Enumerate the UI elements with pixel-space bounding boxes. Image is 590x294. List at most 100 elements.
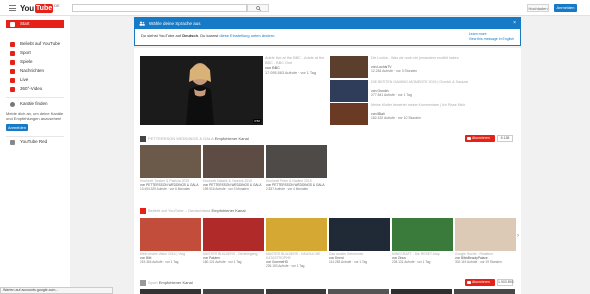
sidebar-divider bbox=[6, 97, 64, 98]
search-icon bbox=[255, 5, 261, 11]
video-thumbnail[interactable] bbox=[329, 218, 390, 251]
sidebar-item-label: 360°-Video bbox=[20, 86, 43, 91]
masthead: You Tube DE Hochladen Anmelden bbox=[0, 0, 590, 16]
video-thumbnail[interactable] bbox=[265, 289, 327, 294]
side-video[interactable]: Meine Mutter bewertet meine Kommentare |… bbox=[330, 103, 515, 125]
video-views: 226.153 Aufrufe · vor 1 Tag bbox=[266, 264, 305, 268]
video-thumbnail[interactable] bbox=[266, 218, 327, 251]
signin-button[interactable]: Anmelden bbox=[554, 4, 577, 12]
sidebar-item-browse-channels[interactable]: Kanäle finden bbox=[6, 100, 64, 108]
video-duration: 3:50 bbox=[253, 119, 261, 123]
video-card[interactable]: MINECRAFT - Die RESET-Map von Zinus 228.… bbox=[392, 218, 453, 264]
video-thumbnail[interactable] bbox=[203, 218, 264, 251]
side-video[interactable]: Die Lochis - Was wir noch nie jemandem e… bbox=[330, 56, 515, 78]
notice-text: Du siehst YouTube auf bbox=[141, 33, 182, 38]
channel-name[interactable]: PETTERSSON WEDDINGS & GALA bbox=[148, 136, 214, 141]
featured-video-title[interactable]: Adele live at the BBC - Adele at the BBC… bbox=[265, 56, 325, 65]
shelf-header: Beliebt auf YouTube – Deutschland Empfoh… bbox=[140, 207, 515, 215]
video-views: 2.837 Aufrufe · vor 4 Monaten bbox=[266, 187, 309, 191]
sidebar-item-gaming[interactable]: Spiele bbox=[6, 58, 64, 66]
video-views: 114.283 Aufrufe · vor 1 Tag bbox=[329, 260, 368, 264]
sidebar-signin-button[interactable]: Anmelden bbox=[6, 124, 28, 131]
video-card[interactable]: Google Suche - Reaktion von BibisBeautyP… bbox=[455, 218, 516, 264]
video-card[interactable]: Hochzeit Peter & Nadine 2015 von PETTERS… bbox=[266, 145, 327, 191]
channel-avatar[interactable] bbox=[140, 136, 146, 142]
sidebar-item-youtube-red[interactable]: YouTube Red bbox=[6, 138, 64, 146]
video-card[interactable]: Hochzeit Natalie & Yannick 2015 von PETT… bbox=[203, 145, 264, 191]
gaming-icon bbox=[10, 59, 15, 65]
video-card[interactable]: MASTER BUILDERS - HÄUSLICHE KATASTROPHE … bbox=[266, 218, 327, 268]
featured-video-thumbnail[interactable]: 3:50 bbox=[140, 56, 263, 125]
logo-tube: Tube bbox=[34, 3, 54, 13]
sidebar-item-popular[interactable]: Beliebt auf YouTube bbox=[6, 40, 64, 48]
video-card[interactable]: Das dunkle Geheimnis von Dnerd 114.283 A… bbox=[329, 218, 390, 264]
channel-avatar[interactable] bbox=[140, 208, 146, 214]
video-card[interactable]: Hochzeit Torsten & Patricia 2015 von PET… bbox=[140, 145, 201, 191]
video-title[interactable]: MASTER BUILDERS - HÄUSLICHE KATASTROPHE bbox=[266, 252, 327, 260]
sidebar-item-live[interactable]: Live bbox=[6, 76, 64, 84]
video-thumbnail[interactable] bbox=[202, 289, 264, 294]
shelf-subtitle: Empfohlener Kanal bbox=[214, 136, 249, 141]
subscribe-button[interactable]: Abonnieren bbox=[465, 279, 495, 286]
sidebar-item-news[interactable]: Nachrichten bbox=[6, 67, 64, 75]
youtube-red-icon bbox=[10, 139, 15, 145]
video-thumbnail[interactable] bbox=[266, 145, 327, 178]
video-title[interactable]: Meine Mutter bewertet meine Kommentare |… bbox=[371, 103, 511, 107]
video-views: 302.119 Aufrufe · vor 19 Stunden bbox=[455, 260, 502, 264]
search-input[interactable] bbox=[72, 4, 247, 12]
close-icon[interactable]: × bbox=[513, 18, 516, 29]
side-video[interactable]: DIE BESTEN GAMING-MOMENTE 2015 | Gronkh … bbox=[330, 80, 515, 102]
youtube-logo[interactable]: You Tube DE bbox=[20, 3, 60, 13]
sidebar-item-label: Sport bbox=[20, 50, 31, 55]
language-notice-body: Du siehst YouTube auf Deutsch. Du kannst… bbox=[135, 29, 520, 46]
channel-avatar[interactable] bbox=[140, 280, 146, 286]
video-title[interactable]: Die Lochis - Was wir noch nie jemandem e… bbox=[371, 56, 511, 60]
shelf-title[interactable]: Beliebt auf YouTube – Deutschland Empfoh… bbox=[148, 207, 246, 215]
channel-name[interactable]: Beliebt auf YouTube – Deutschland bbox=[148, 208, 210, 213]
page-scrollbar[interactable] bbox=[585, 16, 590, 294]
video-thumbnail[interactable] bbox=[328, 289, 390, 294]
sidebar-item-sport[interactable]: Sport bbox=[6, 49, 64, 57]
shelf-header: PETTERSSON WEDDINGS & GALA Empfohlener K… bbox=[140, 135, 515, 143]
guide-sidebar: Start Beliebt auf YouTube Sport Spiele N… bbox=[0, 16, 70, 294]
english-message-link[interactable]: View this message in English bbox=[469, 37, 514, 42]
video-thumbnail[interactable] bbox=[392, 218, 453, 251]
video-thumbnail[interactable] bbox=[203, 145, 264, 178]
video-thumbnail[interactable] bbox=[391, 289, 453, 294]
sidebar-item-start[interactable]: Start bbox=[6, 20, 64, 28]
change-setting-link[interactable]: diese Einstellung unten ändern. bbox=[219, 33, 275, 38]
upload-button[interactable]: Hochladen bbox=[527, 4, 549, 12]
language-notice-header: Wähle deine Sprache aus × bbox=[135, 18, 520, 29]
browser-status-bar: Warten auf accounts.google.com... bbox=[0, 287, 113, 294]
language-notice: Wähle deine Sprache aus × Du siehst YouT… bbox=[134, 17, 521, 46]
video-thumbnail[interactable] bbox=[455, 218, 516, 251]
sidebar-item-label: Live bbox=[20, 77, 29, 82]
search-button[interactable] bbox=[247, 4, 269, 12]
subscribe-button[interactable]: Abonnieren bbox=[465, 135, 495, 142]
shelf-next-arrow-icon[interactable]: › bbox=[517, 233, 519, 239]
shelf-title[interactable]: PETTERSSON WEDDINGS & GALA Empfohlener K… bbox=[148, 135, 249, 143]
video-thumbnail[interactable] bbox=[140, 218, 201, 251]
language-notice-title: Wähle deine Sprache aus bbox=[149, 21, 201, 26]
video-card[interactable]: Mein erstes Video 2016 | Vlog von Bibi 2… bbox=[140, 218, 201, 264]
360-icon bbox=[10, 86, 15, 92]
video-thumbnail[interactable] bbox=[330, 80, 368, 102]
video-thumbnail[interactable] bbox=[330, 56, 368, 78]
video-thumbnail[interactable] bbox=[330, 103, 368, 125]
sport-icon bbox=[10, 50, 15, 56]
video-views: 180.121 Aufrufe · vor 1 Tag bbox=[203, 260, 242, 264]
video-thumbnail[interactable] bbox=[140, 145, 201, 178]
subscriber-count: 1.903.893 bbox=[497, 279, 514, 286]
video-thumbnail[interactable] bbox=[140, 289, 201, 294]
news-icon bbox=[10, 68, 15, 74]
video-thumbnail[interactable] bbox=[454, 289, 515, 294]
video-card[interactable]: MASTER BUILDERS - Geheimgang von Paluten… bbox=[203, 218, 264, 264]
sidebar-item-360[interactable]: 360°-Video bbox=[6, 85, 64, 93]
video-views: 13.494.329 Aufrufe · vor 6 Monaten bbox=[140, 187, 191, 191]
shelf-thumbnail-row bbox=[140, 289, 515, 294]
performer-figure bbox=[186, 63, 214, 125]
shelf-title[interactable]: Sport Empfohlener Kanal bbox=[148, 279, 193, 287]
guide-menu-icon[interactable] bbox=[9, 5, 16, 11]
channel-name[interactable]: Sport bbox=[148, 280, 158, 285]
video-title[interactable]: DIE BESTEN GAMING-MOMENTE 2015 | Gronkh … bbox=[371, 80, 511, 84]
